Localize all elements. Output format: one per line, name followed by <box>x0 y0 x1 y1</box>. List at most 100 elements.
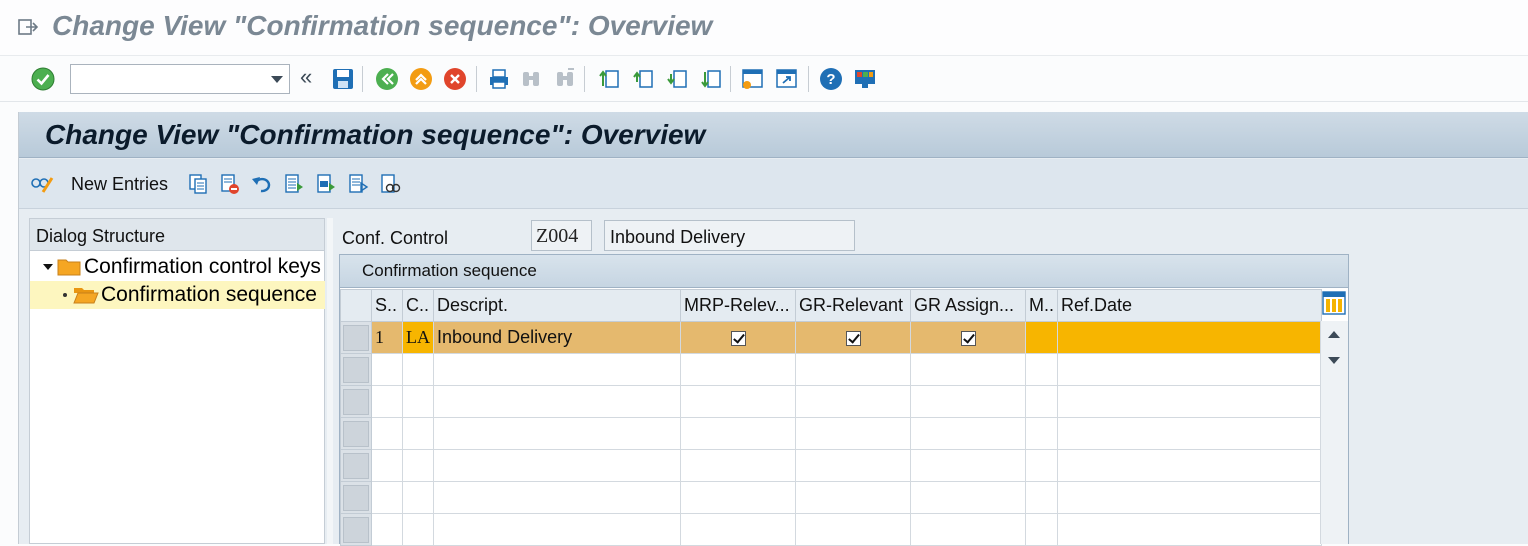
table-cell[interactable] <box>1025 353 1058 386</box>
previous-page-icon[interactable] <box>630 66 656 92</box>
table-cell[interactable] <box>680 353 796 386</box>
table-row[interactable] <box>340 417 1322 450</box>
row-selector[interactable] <box>340 481 372 514</box>
tree-item-confirmation-control-keys[interactable]: Confirmation control keys <box>30 253 325 281</box>
table-row[interactable] <box>340 385 1322 418</box>
table-cell[interactable] <box>433 385 681 418</box>
shortcut-icon[interactable] <box>774 66 800 92</box>
table-cell[interactable] <box>1057 481 1322 514</box>
table-cell[interactable] <box>1025 449 1058 482</box>
exit-icon[interactable] <box>408 66 434 92</box>
column-header-seq[interactable]: S.. <box>371 289 403 322</box>
display-change-icon[interactable] <box>29 171 55 197</box>
column-header-description[interactable]: Descript. <box>433 289 681 322</box>
collapse-command-icon[interactable]: « <box>300 64 312 90</box>
find-next-icon[interactable] <box>552 66 578 92</box>
chevron-down-icon[interactable] <box>271 76 283 83</box>
print-icon[interactable] <box>486 66 512 92</box>
panel-splitter[interactable] <box>327 218 333 544</box>
table-cell[interactable] <box>680 481 796 514</box>
table-row[interactable] <box>340 449 1322 482</box>
table-cell[interactable] <box>1025 385 1058 418</box>
table-cell[interactable] <box>910 353 1026 386</box>
table-cell[interactable] <box>1057 449 1322 482</box>
table-cell[interactable] <box>1025 481 1058 514</box>
create-session-icon[interactable] <box>740 66 766 92</box>
table-cell[interactable] <box>680 449 796 482</box>
table-cell[interactable] <box>1057 353 1322 386</box>
select-block-icon[interactable] <box>313 171 339 197</box>
row-selector[interactable] <box>340 417 372 450</box>
mrp-relevant-checkbox[interactable] <box>730 330 746 346</box>
table-cell[interactable] <box>1057 417 1322 450</box>
undo-change-icon[interactable] <box>249 171 275 197</box>
table-cell[interactable] <box>795 417 911 450</box>
table-cell[interactable] <box>910 481 1026 514</box>
print-field-list-icon[interactable] <box>377 171 403 197</box>
last-page-icon[interactable] <box>698 66 724 92</box>
vertical-scrollbar[interactable] <box>1320 321 1348 544</box>
row-selector[interactable] <box>340 449 372 482</box>
row-selector[interactable] <box>340 385 372 418</box>
table-cell[interactable] <box>795 481 911 514</box>
row-selector[interactable] <box>340 321 372 354</box>
customize-layout-icon[interactable] <box>852 66 878 92</box>
table-cell[interactable] <box>795 385 911 418</box>
new-entries-button[interactable]: New Entries <box>71 174 168 195</box>
cancel-icon[interactable] <box>442 66 468 92</box>
column-header-ref-date[interactable]: Ref.Date <box>1057 289 1322 322</box>
table-cell[interactable] <box>680 513 796 546</box>
column-settings-icon[interactable] <box>1322 291 1346 315</box>
column-header-gr-assign[interactable]: GR Assign... <box>910 289 1026 322</box>
table-cell[interactable] <box>371 385 403 418</box>
table-cell[interactable] <box>433 417 681 450</box>
row-selector[interactable] <box>340 513 372 546</box>
find-icon[interactable] <box>518 66 544 92</box>
column-header-m[interactable]: M.. <box>1025 289 1058 322</box>
table-cell[interactable] <box>680 385 796 418</box>
table-cell[interactable] <box>371 513 403 546</box>
deselect-all-icon[interactable] <box>345 171 371 197</box>
table-cell[interactable] <box>1057 385 1322 418</box>
table-cell[interactable] <box>910 417 1026 450</box>
command-field[interactable] <box>70 64 290 94</box>
enter-icon[interactable] <box>30 66 56 92</box>
gr-assign-checkbox[interactable] <box>960 330 976 346</box>
table-cell[interactable] <box>910 385 1026 418</box>
table-cell[interactable] <box>371 481 403 514</box>
column-header-mrp-relevant[interactable]: MRP-Relev... <box>680 289 796 322</box>
table-cell[interactable] <box>433 449 681 482</box>
table-cell[interactable] <box>910 513 1026 546</box>
scroll-up-icon[interactable] <box>1328 331 1340 338</box>
m-cell[interactable] <box>1025 321 1058 354</box>
table-cell[interactable] <box>1025 417 1058 450</box>
table-cell[interactable] <box>402 353 434 386</box>
save-icon[interactable] <box>330 66 356 92</box>
table-row[interactable] <box>340 353 1322 386</box>
column-header-gr-relevant[interactable]: GR-Relevant <box>795 289 911 322</box>
table-cell[interactable] <box>402 513 434 546</box>
table-cell[interactable] <box>402 385 434 418</box>
table-cell[interactable] <box>795 513 911 546</box>
table-row[interactable] <box>340 481 1322 514</box>
table-row[interactable]: 1 LA Inbound Delivery <box>340 321 1322 354</box>
gr-relevant-checkbox[interactable] <box>845 330 861 346</box>
row-selector[interactable] <box>340 353 372 386</box>
ref-date-cell[interactable] <box>1057 321 1322 354</box>
table-cell[interactable] <box>1025 513 1058 546</box>
help-icon[interactable]: ? <box>818 66 844 92</box>
next-page-icon[interactable] <box>664 66 690 92</box>
expand-toggle-icon[interactable] <box>43 264 53 270</box>
back-icon[interactable] <box>374 66 400 92</box>
delete-icon[interactable] <box>217 171 243 197</box>
select-all-rows-button[interactable] <box>340 289 372 322</box>
table-cell[interactable] <box>680 417 796 450</box>
table-cell[interactable] <box>402 449 434 482</box>
table-cell[interactable] <box>433 481 681 514</box>
table-row[interactable] <box>340 513 1322 546</box>
category-cell[interactable]: LA <box>402 321 434 354</box>
scroll-down-icon[interactable] <box>1328 357 1340 364</box>
table-cell[interactable] <box>402 481 434 514</box>
copy-as-icon[interactable] <box>185 171 211 197</box>
tree-item-confirmation-sequence[interactable]: Confirmation sequence <box>30 281 325 309</box>
